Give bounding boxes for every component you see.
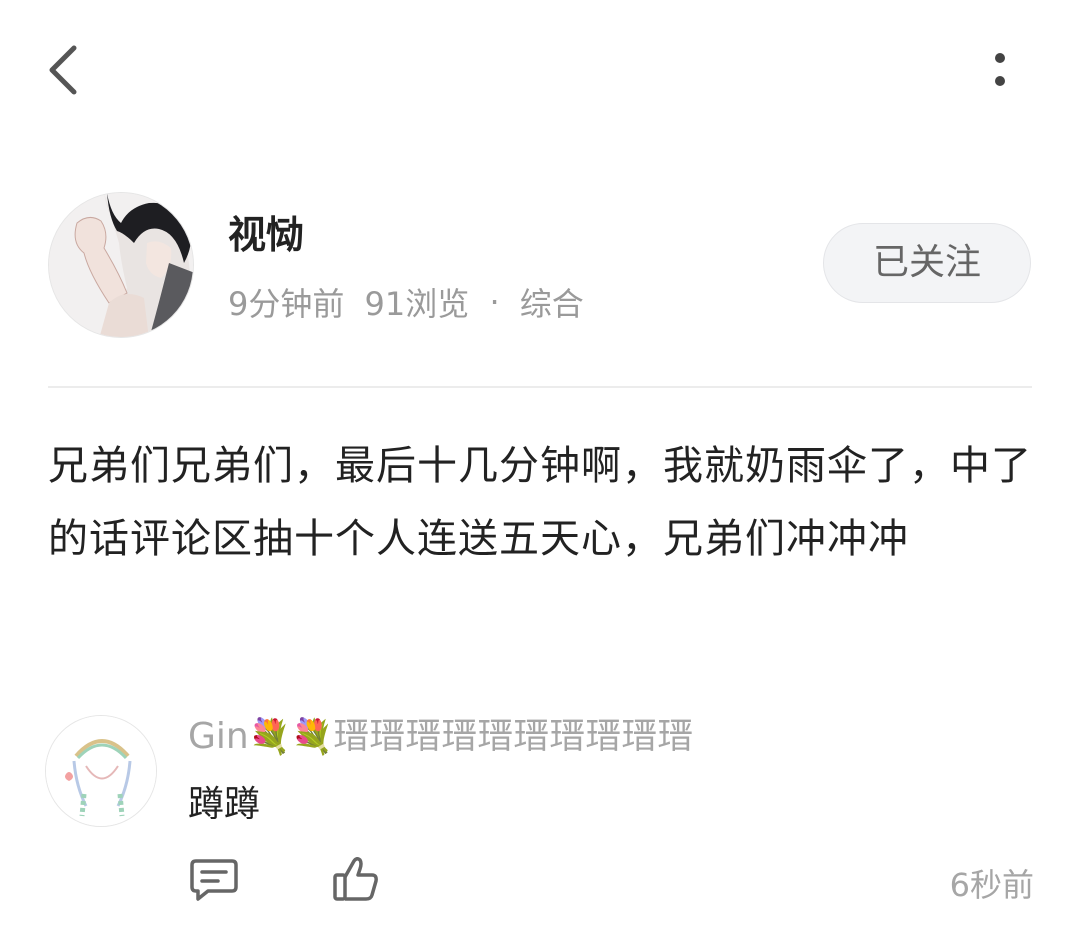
meta-separator: · — [489, 283, 500, 321]
commenter-avatar[interactable] — [45, 715, 157, 827]
post-meta: 9分钟前 91浏览 · 综合 — [228, 279, 584, 325]
post-body: 兄弟们兄弟们，最后十几分钟啊，我就奶雨伞了，中了的话评论区抽十个人连送五天心，兄… — [48, 443, 1032, 562]
reply-button[interactable] — [188, 855, 240, 905]
comment-icon — [190, 859, 238, 901]
bouquet-emoji: 💐 — [248, 717, 292, 757]
like-button[interactable] — [330, 853, 382, 905]
back-button[interactable] — [40, 40, 90, 100]
bouquet-emoji: 💐 — [291, 717, 334, 757]
vertical-ellipsis-icon — [995, 53, 1005, 86]
author-name[interactable]: 视恸 — [228, 204, 304, 259]
post-views: 91浏览 — [364, 285, 470, 323]
commenter-name-suffix: 瑨瑨瑨瑨瑨瑨瑨瑨瑨瑨 — [333, 716, 694, 757]
commenter-name-prefix: Gin — [188, 716, 249, 757]
comment-item: Gin💐💐瑨瑨瑨瑨瑨瑨瑨瑨瑨瑨 蹲蹲 6秒前 — [0, 695, 1079, 915]
commenter-name[interactable]: Gin💐💐瑨瑨瑨瑨瑨瑨瑨瑨瑨瑨 — [188, 707, 693, 759]
author-header: 视恸 9分钟前 91浏览 · 综合 已关注 — [0, 180, 1079, 350]
top-bar — [0, 0, 1079, 140]
post-category[interactable]: 综合 — [520, 285, 584, 323]
chevron-left-icon — [49, 45, 77, 95]
more-options-button[interactable] — [980, 45, 1020, 95]
post-time: 9分钟前 — [228, 285, 345, 323]
divider — [48, 386, 1032, 388]
follow-button[interactable]: 已关注 — [823, 223, 1031, 303]
thumbs-up-icon — [333, 856, 378, 901]
comment-text: 蹲蹲 — [188, 784, 261, 825]
author-avatar[interactable] — [48, 192, 194, 338]
comment-time: 6秒前 — [949, 866, 1034, 904]
